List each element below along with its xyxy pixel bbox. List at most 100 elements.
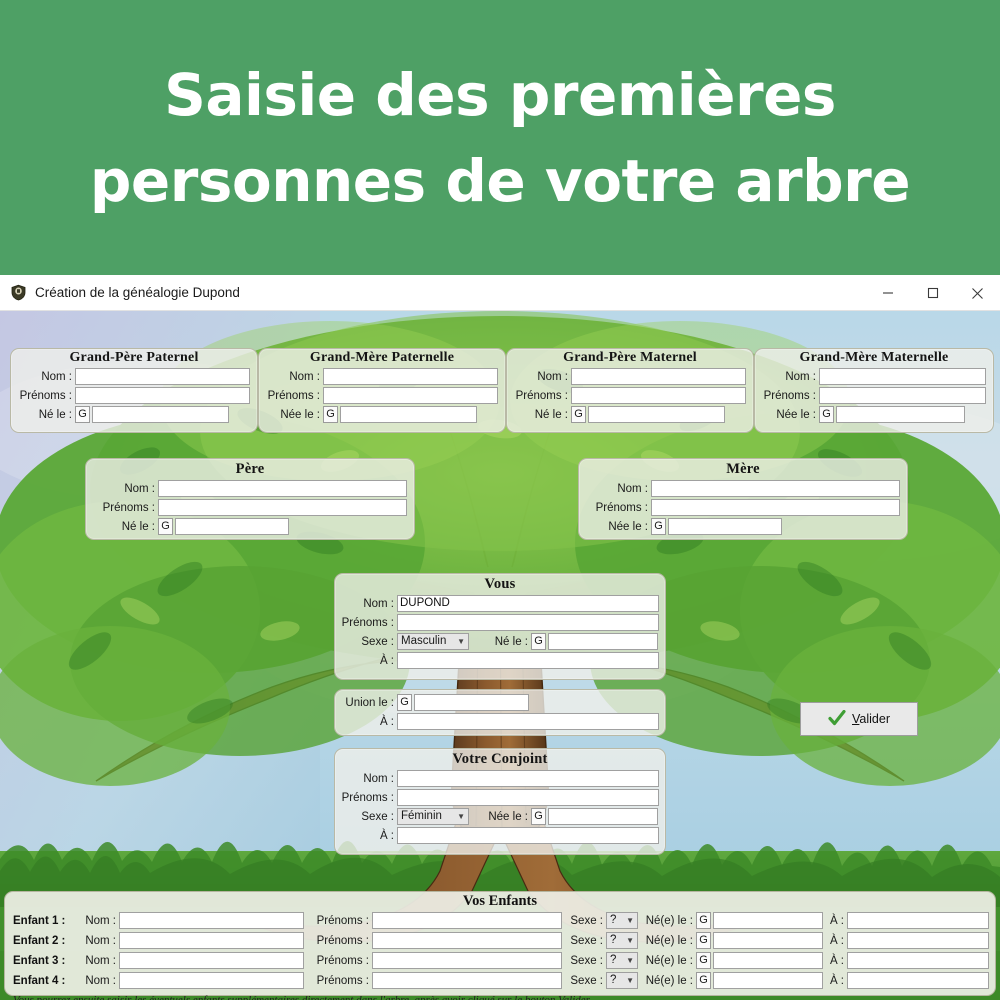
input-child-prenoms[interactable] xyxy=(372,972,562,989)
panel-mother: Mère Nom : Prénoms : Née le : G xyxy=(578,458,908,540)
input-child-place[interactable] xyxy=(847,972,989,989)
input-child-prenoms[interactable] xyxy=(372,952,562,969)
maximize-icon[interactable] xyxy=(910,275,955,311)
input-child-nom[interactable] xyxy=(119,972,304,989)
input-birth-date[interactable] xyxy=(548,808,658,825)
input-nom[interactable] xyxy=(158,480,407,497)
label-birth-place: À : xyxy=(379,829,394,842)
calendar-icon-button[interactable]: G xyxy=(571,406,586,423)
label-nom: Nom : xyxy=(85,934,116,947)
select-sexe[interactable]: Féminin ▼ xyxy=(397,808,469,825)
input-child-place[interactable] xyxy=(847,932,989,949)
input-birth-date[interactable] xyxy=(588,406,725,423)
input-union-place[interactable] xyxy=(397,713,659,730)
input-nom[interactable] xyxy=(819,368,986,385)
input-birth-place[interactable] xyxy=(397,652,659,669)
input-nom[interactable] xyxy=(571,368,746,385)
calendar-icon-button[interactable]: G xyxy=(819,406,834,423)
label-nom: Nom : xyxy=(85,954,116,967)
input-union-date[interactable] xyxy=(414,694,529,711)
calendar-icon-button[interactable]: G xyxy=(531,633,546,650)
label-birth-place: À : xyxy=(379,654,394,667)
input-child-birth[interactable] xyxy=(713,972,823,989)
input-child-birth[interactable] xyxy=(713,952,823,969)
input-child-nom[interactable] xyxy=(119,912,304,929)
green-check-icon xyxy=(828,709,846,729)
input-child-prenoms[interactable] xyxy=(372,932,562,949)
label-union-date: Union le : xyxy=(345,696,394,709)
panel-grandmother-paternal: Grand-Mère Paternelle Nom : Prénoms : Né… xyxy=(258,348,506,433)
input-child-nom[interactable] xyxy=(119,952,304,969)
input-child-place[interactable] xyxy=(847,912,989,929)
input-nom[interactable] xyxy=(75,368,250,385)
label-nom: Nom : xyxy=(363,597,394,610)
calendar-icon-button[interactable]: G xyxy=(651,518,666,535)
input-prenoms[interactable] xyxy=(323,387,498,404)
input-prenoms[interactable] xyxy=(158,499,407,516)
select-child-sexe[interactable]: ? ▼ xyxy=(606,932,638,949)
input-birth-date[interactable] xyxy=(548,633,658,650)
input-birth-place[interactable] xyxy=(397,827,659,844)
chevron-down-icon: ▼ xyxy=(626,916,634,925)
input-birth-date[interactable] xyxy=(668,518,782,535)
calendar-icon-button[interactable]: G xyxy=(696,972,711,989)
select-sexe[interactable]: Masculin ▼ xyxy=(397,633,469,650)
close-icon[interactable] xyxy=(955,275,1000,311)
input-prenoms[interactable] xyxy=(397,614,659,631)
label-prenoms: Prénoms : xyxy=(316,914,369,927)
input-birth-date[interactable] xyxy=(836,406,965,423)
input-birth-date[interactable] xyxy=(175,518,289,535)
calendar-icon-button[interactable]: G xyxy=(397,694,412,711)
select-child-sexe[interactable]: ? ▼ xyxy=(606,912,638,929)
label-sexe: Sexe : xyxy=(361,635,394,648)
select-child-sexe[interactable]: ? ▼ xyxy=(606,972,638,989)
input-nom[interactable] xyxy=(651,480,900,497)
panel-title: Votre Conjoint xyxy=(452,751,548,767)
input-nom[interactable]: DUPOND xyxy=(397,595,659,612)
calendar-icon-button[interactable]: G xyxy=(323,406,338,423)
table-row: Enfant 1 : Nom : Prénoms : Sexe : ? ▼ Né… xyxy=(5,911,995,930)
calendar-icon-button[interactable]: G xyxy=(696,932,711,949)
banner: Saisie des premières personnes de votre … xyxy=(0,0,1000,275)
input-nom[interactable] xyxy=(323,368,498,385)
input-child-place[interactable] xyxy=(847,952,989,969)
calendar-icon-button[interactable]: G xyxy=(696,912,711,929)
input-prenoms[interactable] xyxy=(651,499,900,516)
panel-title: Grand-Père Maternel xyxy=(563,350,697,365)
valider-label-rest: alider xyxy=(859,712,890,726)
label-birth-date: Né le : xyxy=(38,408,72,421)
input-birth-date[interactable] xyxy=(340,406,477,423)
select-child-sexe-value: ? xyxy=(610,934,617,946)
input-prenoms[interactable] xyxy=(397,789,659,806)
label-birth-date: Née le : xyxy=(488,810,528,823)
valider-button[interactable]: Valider xyxy=(800,702,918,736)
label-nom: Nom : xyxy=(85,974,116,987)
select-child-sexe[interactable]: ? ▼ xyxy=(606,952,638,969)
label-child-place: À : xyxy=(829,974,844,987)
panel-children: Vos Enfants Enfant 1 : Nom : Prénoms : S… xyxy=(4,891,996,1000)
input-birth-date[interactable] xyxy=(92,406,229,423)
calendar-icon-button[interactable]: G xyxy=(75,406,90,423)
child-index-label: Enfant 3 : xyxy=(13,954,66,967)
panel-title: Vous xyxy=(484,576,516,592)
input-prenoms[interactable] xyxy=(819,387,986,404)
input-child-nom[interactable] xyxy=(119,932,304,949)
label-child-place: À : xyxy=(829,954,844,967)
child-index-label: Enfant 4 : xyxy=(13,974,66,987)
input-prenoms[interactable] xyxy=(571,387,746,404)
input-nom[interactable] xyxy=(397,770,659,787)
child-index-label: Enfant 1 : xyxy=(13,914,66,927)
input-child-prenoms[interactable] xyxy=(372,912,562,929)
input-prenoms[interactable] xyxy=(75,387,250,404)
calendar-icon-button[interactable]: G xyxy=(531,808,546,825)
minimize-icon[interactable] xyxy=(865,275,910,311)
label-prenoms: Prénoms : xyxy=(19,389,72,402)
label-prenoms: Prénoms : xyxy=(316,954,369,967)
calendar-icon-button[interactable]: G xyxy=(696,952,711,969)
select-sexe-value: Masculin xyxy=(401,635,447,647)
input-child-birth[interactable] xyxy=(713,912,823,929)
input-child-birth[interactable] xyxy=(713,932,823,949)
panel-grandmother-maternal: Grand-Mère Maternelle Nom : Prénoms : Né… xyxy=(754,348,994,433)
panel-grandfather-paternal: Grand-Père Paternel Nom : Prénoms : Né l… xyxy=(10,348,258,433)
calendar-icon-button[interactable]: G xyxy=(158,518,173,535)
